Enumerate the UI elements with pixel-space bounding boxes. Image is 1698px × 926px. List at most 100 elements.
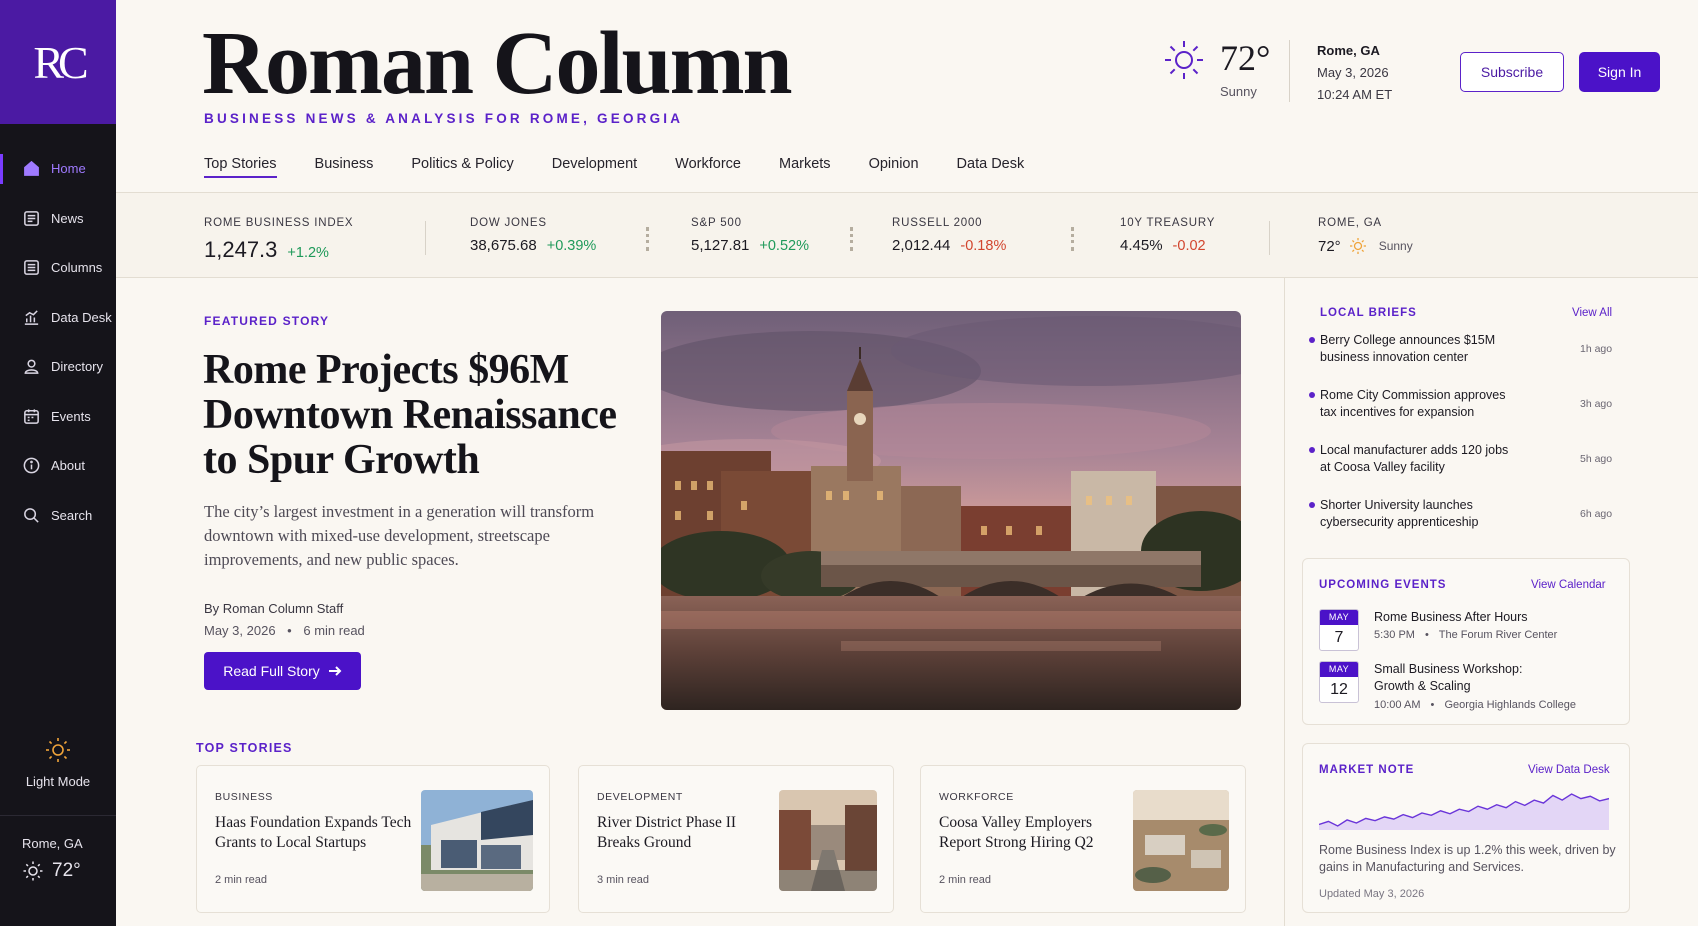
upcoming-events-panel: UPCOMING EVENTS View Calendar MAY 7 Rome…	[1302, 558, 1630, 725]
event-month: MAY	[1320, 662, 1358, 677]
subscribe-button[interactable]: Subscribe	[1460, 52, 1564, 92]
ticker-label: RUSSELL 2000	[892, 217, 983, 229]
story-thumbnail	[779, 790, 877, 891]
sidebar-item-news[interactable]: News	[0, 194, 116, 244]
ticker-dots-divider	[850, 227, 853, 251]
meta-separator: •	[1430, 699, 1435, 711]
tab-data-desk[interactable]: Data Desk	[957, 156, 1025, 178]
sidebar-item-label: Home	[51, 161, 86, 177]
sidebar-item-columns[interactable]: Columns	[0, 243, 116, 293]
sidebar-item-events[interactable]: Events	[0, 392, 116, 442]
story-read-time: 3 min read	[597, 874, 649, 886]
view-calendar-link[interactable]: View Calendar	[1531, 579, 1606, 591]
story-headline: Haas Foundation Expands Tech Grants to L…	[215, 814, 412, 851]
featured-read-time: 6 min read	[303, 623, 365, 638]
tab-development[interactable]: Development	[552, 156, 637, 178]
logo[interactable]: RC	[0, 0, 116, 124]
ticker-rome-index[interactable]: ROME BUSINESS INDEX 1,247.3 +1.2%	[204, 217, 353, 263]
brief-text: Local manufacturer adds 120 jobs at Coos…	[1320, 443, 1509, 474]
featured-byline: By Roman Column Staff	[204, 601, 344, 616]
sidebar-nav: Home News Columns Data Desk Directory Ev…	[0, 144, 116, 540]
ticker-russell[interactable]: RUSSELL 2000 2,012.44 -0.18%	[892, 217, 1006, 254]
sun-icon	[1165, 41, 1203, 79]
arrow-right-icon	[328, 666, 342, 676]
event-title: Small Business Workshop: Growth & Scalin…	[1374, 662, 1523, 693]
featured-dek: The city’s largest investment in a gener…	[204, 502, 595, 569]
sidebar-item-label: About	[51, 458, 85, 474]
sign-in-button[interactable]: Sign In	[1579, 52, 1660, 92]
tab-top-stories[interactable]: Top Stories	[204, 156, 277, 178]
tab-politics-policy[interactable]: Politics & Policy	[411, 156, 513, 178]
ticker-sp500[interactable]: S&P 500 5,127.81 +0.52%	[691, 217, 809, 254]
featured-label: FEATURED STORY	[204, 314, 330, 328]
sidebar-weather: Rome, GA 72°	[22, 836, 83, 882]
header-time: 10:24 AM ET	[1317, 87, 1393, 102]
ticker-change: +1.2%	[287, 245, 329, 261]
ticker-value: 38,675.68	[470, 237, 537, 254]
sidebar-weather-temp: 72°	[52, 860, 81, 881]
read-full-story-label: Read Full Story	[223, 663, 320, 679]
section-tabs: Top Stories Business Politics & Policy D…	[204, 156, 1062, 178]
story-card[interactable]: DEVELOPMENT River District Phase II Brea…	[578, 765, 894, 913]
brief-item[interactable]: Shorter University launches cybersecurit…	[1309, 497, 1620, 531]
event-date-badge: MAY 12	[1319, 661, 1359, 703]
view-all-link[interactable]: View All	[1572, 307, 1612, 319]
sidebar-item-search[interactable]: Search	[0, 491, 116, 541]
sidebar-item-data-desk[interactable]: Data Desk	[0, 293, 116, 343]
ticker-dots-divider	[1071, 227, 1074, 251]
sparkline-area	[1319, 794, 1609, 830]
featured-image[interactable]	[661, 311, 1241, 710]
sidebar-item-directory[interactable]: Directory	[0, 342, 116, 392]
tab-markets[interactable]: Markets	[779, 156, 831, 178]
sidebar-item-about[interactable]: About	[0, 441, 116, 491]
read-full-story-button[interactable]: Read Full Story	[204, 652, 361, 690]
tab-workforce[interactable]: Workforce	[675, 156, 741, 178]
event-venue: Georgia Highlands College	[1444, 699, 1576, 711]
sidebar-item-label: News	[51, 210, 84, 226]
event-date-badge: MAY 7	[1319, 609, 1359, 651]
story-headline: Coosa Valley Employers Report Strong Hir…	[939, 814, 1094, 851]
story-category: BUSINESS	[215, 791, 273, 803]
event-meta: 5:30 PM • The Forum River Center	[1374, 629, 1557, 641]
ticker-treasury[interactable]: 10Y TREASURY 4.45% -0.02	[1120, 217, 1215, 254]
sidebar-item-label: Search	[51, 507, 93, 523]
tab-business[interactable]: Business	[315, 156, 374, 178]
meta-separator: •	[1425, 629, 1429, 641]
home-icon	[24, 161, 39, 177]
market-note-panel: MARKET NOTE View Data Desk Rome Business…	[1302, 743, 1630, 913]
right-rail-divider	[1284, 278, 1285, 926]
sidebar-item-home[interactable]: Home	[0, 144, 116, 194]
ticker-dow[interactable]: DOW JONES 38,675.68 +0.39%	[470, 217, 596, 254]
top-stories-label: TOP STORIES	[196, 741, 293, 755]
brief-item[interactable]: Berry College announces $15M business in…	[1309, 332, 1620, 366]
story-read-time: 2 min read	[939, 874, 991, 886]
header-date: May 3, 2026	[1317, 65, 1389, 80]
sun-icon	[23, 861, 43, 881]
brief-text: Shorter University launches cybersecurit…	[1320, 498, 1479, 529]
brief-item[interactable]: Local manufacturer adds 120 jobs at Coos…	[1309, 442, 1620, 476]
brief-item[interactable]: Rome City Commission approves tax incent…	[1309, 387, 1620, 421]
tab-opinion[interactable]: Opinion	[869, 156, 919, 178]
ticker-value: 72°	[1318, 237, 1341, 255]
market-note-text: Rome Business Index is up 1.2% this week…	[1319, 843, 1616, 874]
featured-title[interactable]: Rome Projects $96M Downtown Renaissance …	[203, 348, 623, 483]
meta-separator: •	[287, 623, 292, 638]
ticker-label: 10Y TREASURY	[1120, 217, 1216, 229]
ticker-value: 4.45%	[1120, 237, 1163, 254]
ticker-value: 5,127.81	[691, 237, 750, 254]
story-thumbnail	[1133, 790, 1229, 891]
header-weather: 72° Sunny	[1162, 36, 1270, 99]
sidebar-divider	[0, 815, 116, 816]
light-mode-toggle[interactable]: Light Mode	[0, 736, 116, 789]
header-location-block: Rome, GA May 3, 2026 10:24 AM ET	[1317, 40, 1392, 106]
sidebar-item-label: Columns	[51, 260, 103, 276]
event-day: 12	[1330, 681, 1348, 698]
view-data-desk-link[interactable]: View Data Desk	[1528, 764, 1610, 776]
event-time: 5:30 PM	[1374, 629, 1415, 641]
sidebar-item-label: Data Desk	[51, 309, 112, 325]
story-card[interactable]: BUSINESS Haas Foundation Expands Tech Gr…	[196, 765, 550, 913]
story-card[interactable]: WORKFORCE Coosa Valley Employers Report …	[920, 765, 1246, 913]
sidebar: RC Home News Columns Data Desk Directory…	[0, 0, 116, 926]
info-icon	[23, 457, 40, 474]
ticker-value: 2,012.44	[892, 237, 951, 254]
